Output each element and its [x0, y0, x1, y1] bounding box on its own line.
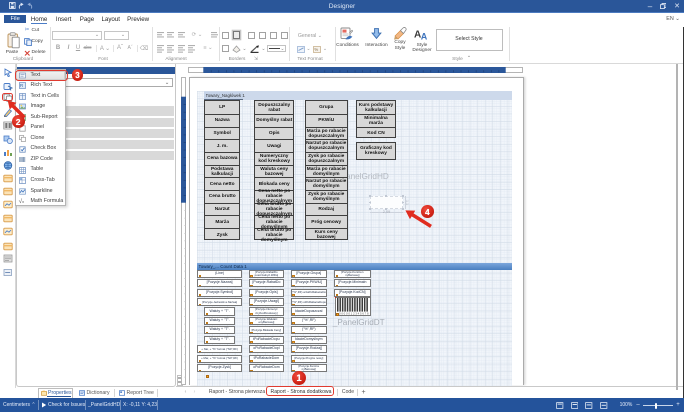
svg-text:A: A	[421, 31, 428, 40]
svg-text:R: R	[20, 84, 23, 89]
svg-text:0 0 0 0 0 1 2 3 4 5 6 7 8: 0 0 0 0 0 1 2 3 4 5 6 7 8	[339, 311, 369, 315]
svg-text:%: %	[314, 47, 318, 52]
